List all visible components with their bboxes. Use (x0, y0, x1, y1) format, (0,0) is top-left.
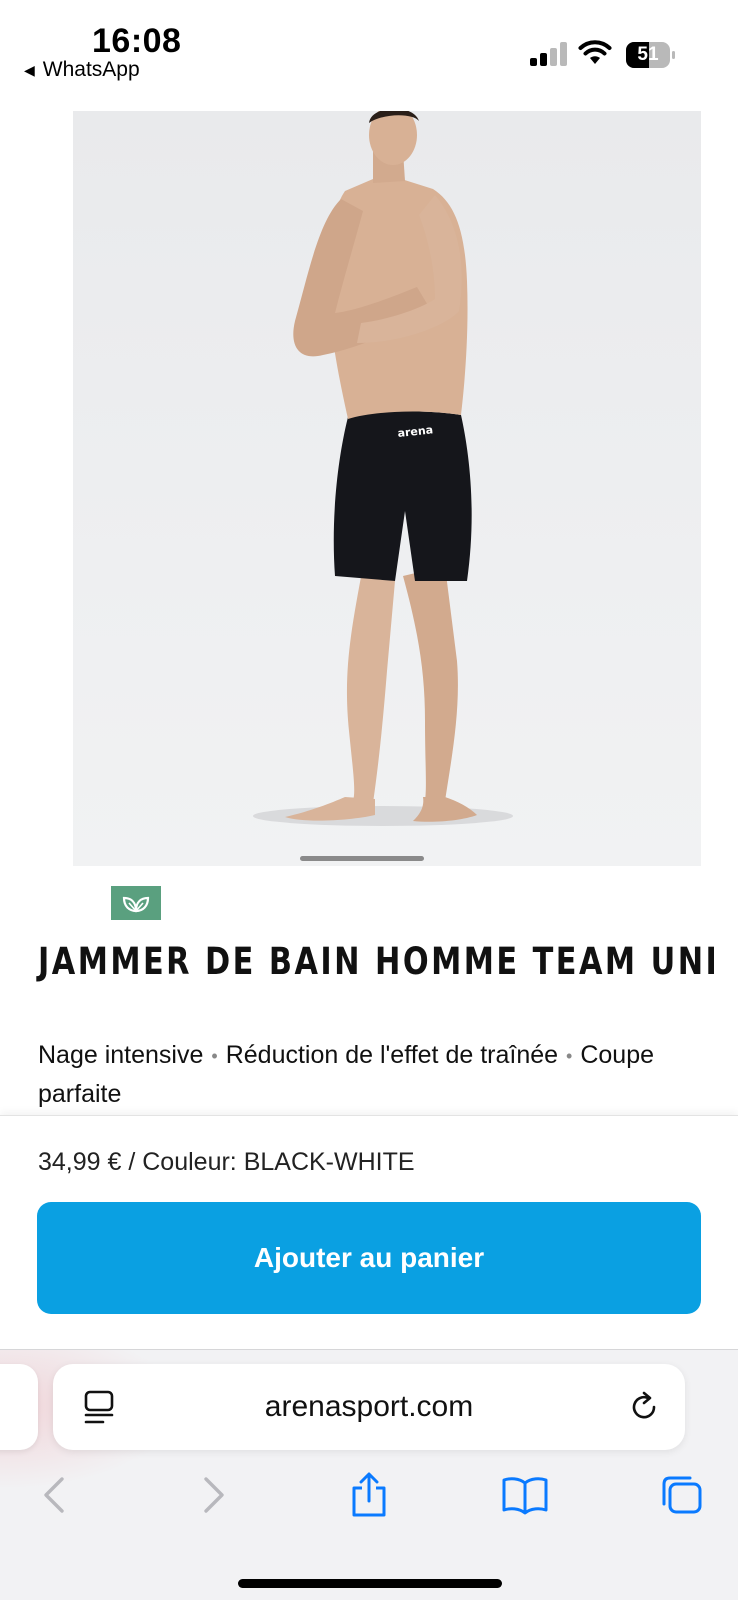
browser-chrome: arenasport.com (0, 1349, 738, 1600)
add-to-cart-button[interactable]: Ajouter au panier (37, 1202, 701, 1314)
back-icon (44, 1477, 64, 1513)
reload-icon[interactable] (627, 1390, 661, 1424)
share-icon (352, 1472, 386, 1517)
home-indicator[interactable] (238, 1579, 502, 1588)
tabs-icon (662, 1476, 702, 1514)
share-button[interactable] (344, 1470, 394, 1520)
product-title: JAMMER DE BAIN HOMME TEAM UNI (38, 940, 720, 983)
forward-button[interactable] (188, 1470, 238, 1520)
product-features: Nage intensive • Réduction de l'effet de t… (38, 1036, 708, 1113)
back-to-app-link[interactable]: ◀ WhatsApp (24, 58, 140, 82)
battery-level: 51 (637, 44, 659, 65)
battery-icon: 51 (626, 42, 676, 68)
leaf-icon (122, 896, 150, 913)
cellular-signal-icon (530, 42, 567, 66)
url-text[interactable]: arenasport.com (53, 1390, 685, 1424)
separator-dot: • (566, 1046, 573, 1067)
eco-badge (111, 886, 161, 920)
bookmarks-icon (502, 1477, 548, 1515)
product-image[interactable]: arena (73, 111, 701, 866)
feature-item: Réduction de l'effet de traînée (225, 1041, 559, 1069)
product-photo: arena (253, 111, 513, 826)
previous-tab-peek[interactable] (0, 1364, 38, 1450)
price-and-color: 34,99 € / Couleur: BLACK-WHITE (38, 1148, 415, 1176)
back-button[interactable] (30, 1470, 80, 1520)
feature-item: Nage intensive (38, 1041, 204, 1069)
forward-icon (204, 1477, 224, 1513)
browser-toolbar (0, 1470, 738, 1530)
bookmarks-button[interactable] (500, 1470, 550, 1520)
address-bar[interactable]: arenasport.com (53, 1364, 685, 1450)
status-time: 16:08 (92, 22, 182, 60)
wifi-icon (578, 40, 612, 64)
status-bar: 16:08 ◀ WhatsApp 51 (0, 0, 738, 100)
separator-dot: • (211, 1046, 218, 1067)
back-app-label: WhatsApp (42, 58, 140, 81)
tabs-button[interactable] (656, 1470, 706, 1520)
back-triangle-icon: ◀ (24, 61, 35, 78)
carousel-indicator[interactable] (300, 856, 424, 861)
add-to-cart-panel: 34,99 € / Couleur: BLACK-WHITE Ajouter a… (0, 1115, 738, 1349)
